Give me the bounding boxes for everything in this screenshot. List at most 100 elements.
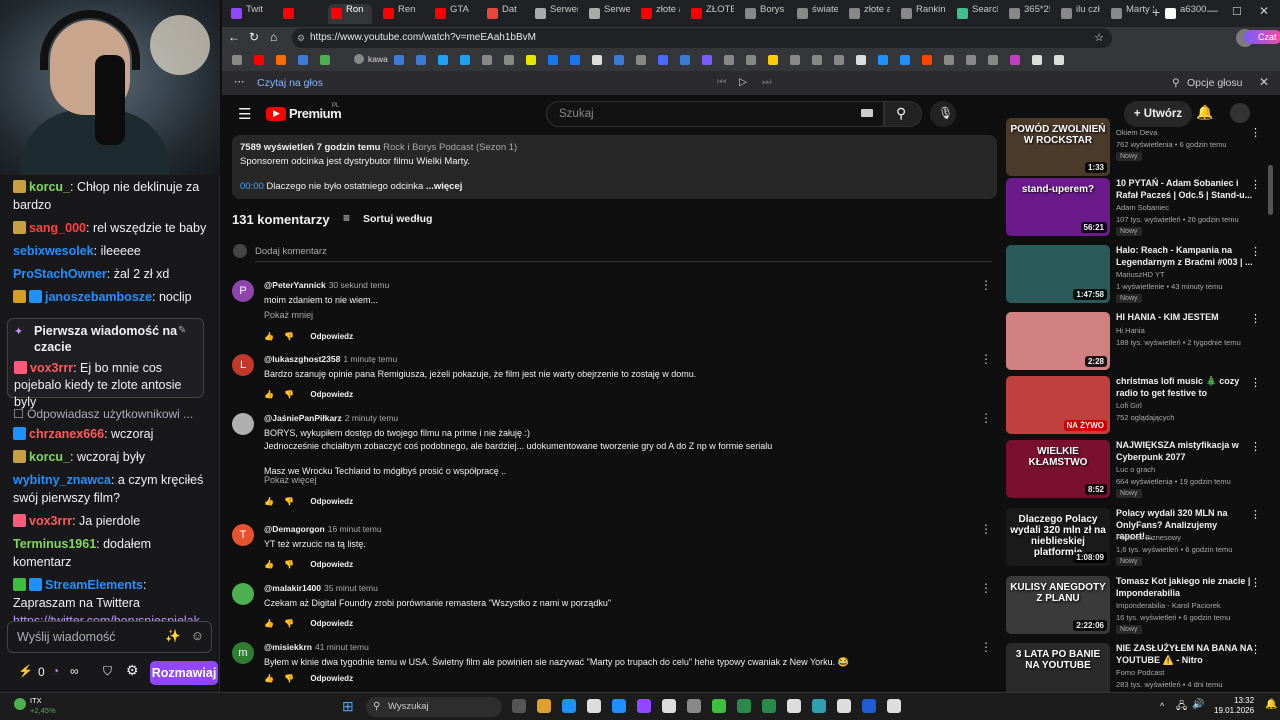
create-button[interactable]: + Utwórz — [1124, 101, 1192, 127]
show-more-link[interactable]: Pokaż więcej — [264, 475, 317, 485]
video-thumbnail[interactable]: KULISY ANEGDOTY Z PLANU 2:22:06 — [1006, 576, 1110, 634]
dislike-icon[interactable]: 👎 — [284, 619, 294, 628]
video-menu-icon[interactable]: ⋮ — [1250, 376, 1261, 389]
chat-input[interactable]: Wyślij wiadomość ✨ ☺ — [7, 621, 212, 653]
taskbar-app-icon[interactable] — [562, 699, 576, 713]
edit-icon[interactable]: ✎ — [178, 325, 186, 336]
more-icon[interactable]: ⋯ — [234, 76, 245, 88]
notifications-icon[interactable]: 🔔 — [1265, 699, 1277, 710]
like-icon[interactable]: 👍 — [264, 390, 274, 399]
bookmark-icon[interactable] — [790, 55, 800, 65]
browser-tab[interactable]: Ren — [380, 4, 424, 24]
bookmark-icon[interactable] — [1032, 55, 1042, 65]
comment-time[interactable]: 2 minuty temu — [345, 413, 398, 423]
chat-username[interactable]: wybitny_znawca — [13, 473, 111, 487]
browser-tab[interactable]: złote an — [846, 4, 890, 24]
comment-author[interactable]: @Demagorgon 16 minut temu — [264, 524, 382, 534]
settings-gear-icon[interactable]: ⚙ — [126, 662, 139, 679]
taskbar-app-icon[interactable] — [862, 699, 876, 713]
video-title[interactable]: Tomasz Kot jakiego nie znacie | Imponder… — [1116, 576, 1254, 599]
bookmark-icon[interactable] — [614, 55, 624, 65]
favorite-star-icon[interactable]: ☆ — [1094, 28, 1104, 48]
maximize-icon[interactable]: ☐ — [1232, 5, 1242, 18]
voice-options-button[interactable]: Opcje głosu — [1187, 77, 1242, 89]
comment-author[interactable]: @JaśniePanPiłkarz 2 minuty temu — [264, 413, 398, 423]
chat-username[interactable]: StreamElements — [45, 578, 143, 592]
chat-username[interactable]: korcu_ — [29, 450, 70, 464]
bookmark-icon[interactable] — [1054, 55, 1064, 65]
bookmark-icon[interactable] — [966, 55, 976, 65]
comment-author[interactable]: @misiekkrn 41 minut temu — [264, 642, 369, 652]
reply-button[interactable]: Odpowiedz — [310, 497, 353, 506]
dislike-icon[interactable]: 👎 — [284, 497, 294, 506]
recommended-video[interactable]: WIELKIE KŁAMSTWO 8:52 NAJWIĘKSZA mistyfik… — [1006, 440, 1272, 502]
page-scrollbar[interactable] — [1268, 165, 1273, 215]
widget-text[interactable]: ITX +2,45% — [30, 696, 56, 716]
channel-name[interactable]: MariuszHD YT — [1116, 270, 1165, 279]
chapter-timestamp[interactable]: 00:00 — [240, 181, 264, 192]
comment-menu-icon[interactable]: ⋮ — [980, 522, 992, 536]
bookmark-icon[interactable] — [922, 55, 932, 65]
browser-tab[interactable]: Serwer — [532, 4, 578, 24]
recommended-video[interactable]: NA ŻYWO christmas lofi music 🎄 cozy radi… — [1006, 376, 1272, 438]
bookmark-icon[interactable] — [636, 55, 646, 65]
channel-name[interactable]: Lofi Girl — [1116, 401, 1142, 410]
browser-tab[interactable]: Ron — [328, 4, 372, 24]
browser-tab[interactable]: a6300 — [1162, 4, 1208, 24]
video-title[interactable]: 10 PYTAŃ - Adam Sobaniec i Rafał Pacześ … — [1116, 178, 1254, 201]
channel-name[interactable]: Adam Sobaniec — [1116, 203, 1169, 212]
read-aloud-label[interactable]: Czytaj na głos — [257, 77, 323, 89]
chat-username[interactable]: sebixwesolek — [13, 244, 94, 258]
comment-avatar[interactable] — [232, 583, 254, 605]
search-input[interactable]: Szukaj — [546, 101, 884, 127]
bookmark-icon[interactable] — [394, 55, 404, 65]
copilot-button[interactable]: Czat — [1244, 30, 1280, 44]
comment-author[interactable]: @malakir1400 35 minut temu — [264, 583, 378, 593]
comment-avatar[interactable]: P — [232, 280, 254, 302]
recommended-video[interactable]: Dlaczego Polacy wydali 320 mln zł na nie… — [1006, 508, 1272, 570]
taskbar-app-icon[interactable] — [512, 699, 526, 713]
bookmark-icon[interactable] — [460, 55, 470, 65]
bookmark-icon[interactable] — [944, 55, 954, 65]
magic-icon[interactable]: ✨ — [165, 629, 181, 644]
bookmark-icon[interactable] — [768, 55, 778, 65]
channel-name[interactable]: Hi Hania — [1116, 326, 1145, 335]
taskbar-app-icon[interactable] — [612, 699, 626, 713]
chat-username[interactable]: ProStachOwner — [13, 267, 107, 281]
reply-button[interactable]: Odpowiedz — [310, 332, 353, 341]
comment-menu-icon[interactable]: ⋮ — [980, 411, 992, 425]
back-icon[interactable]: ← — [228, 30, 240, 44]
taskbar-search[interactable]: ⚲ Wyszukaj — [366, 697, 502, 717]
comment-time[interactable]: 41 minut temu — [315, 642, 369, 652]
volume-icon[interactable]: 🔊 — [1192, 699, 1204, 710]
video-title[interactable]: NIE ZASŁUŻYŁEM NA BANA NA YOUTUBE ⚠️ - N… — [1116, 643, 1254, 666]
new-tab-icon[interactable]: + — [1152, 4, 1160, 20]
playlist-link[interactable]: Rock i Borys Podcast (Sezon 1) — [383, 142, 517, 153]
taskbar-app-icon[interactable] — [837, 699, 851, 713]
like-icon[interactable]: 👍 — [264, 619, 274, 628]
browser-tab[interactable]: Search: — [954, 4, 998, 24]
bookmark-icon[interactable] — [592, 55, 602, 65]
taskbar-app-icon[interactable] — [587, 699, 601, 713]
chat-username[interactable]: chrzanex666 — [29, 427, 104, 441]
video-menu-icon[interactable]: ⋮ — [1250, 245, 1261, 258]
taskbar-app-icon[interactable] — [537, 699, 551, 713]
video-thumbnail[interactable]: WIELKIE KŁAMSTWO 8:52 — [1006, 440, 1110, 498]
comment-menu-icon[interactable]: ⋮ — [980, 640, 992, 654]
channel-name[interactable]: Fomo Podcast — [1116, 668, 1164, 677]
browser-tab[interactable]: 365*25 — [1006, 4, 1050, 24]
taskbar-app-icon[interactable] — [637, 699, 651, 713]
comment-avatar[interactable] — [232, 413, 254, 435]
taskbar-app-icon[interactable] — [762, 699, 776, 713]
comment-menu-icon[interactable]: ⋮ — [980, 278, 992, 292]
reload-icon[interactable]: ↻ — [249, 30, 259, 44]
bookmark-icon[interactable] — [746, 55, 756, 65]
dislike-icon[interactable]: 👎 — [284, 332, 294, 341]
url-field[interactable]: ⚙ https://www.youtube.com/watch?v=meEAah… — [292, 28, 1112, 48]
channel-name[interactable]: Podcast Biznesowy — [1116, 533, 1181, 542]
bookmark-icon[interactable] — [724, 55, 734, 65]
tray-chevron-icon[interactable]: ^ — [1160, 701, 1164, 711]
taskbar-app-icon[interactable] — [737, 699, 751, 713]
dislike-icon[interactable]: 👎 — [284, 674, 294, 683]
bookmark-icon[interactable] — [834, 55, 844, 65]
